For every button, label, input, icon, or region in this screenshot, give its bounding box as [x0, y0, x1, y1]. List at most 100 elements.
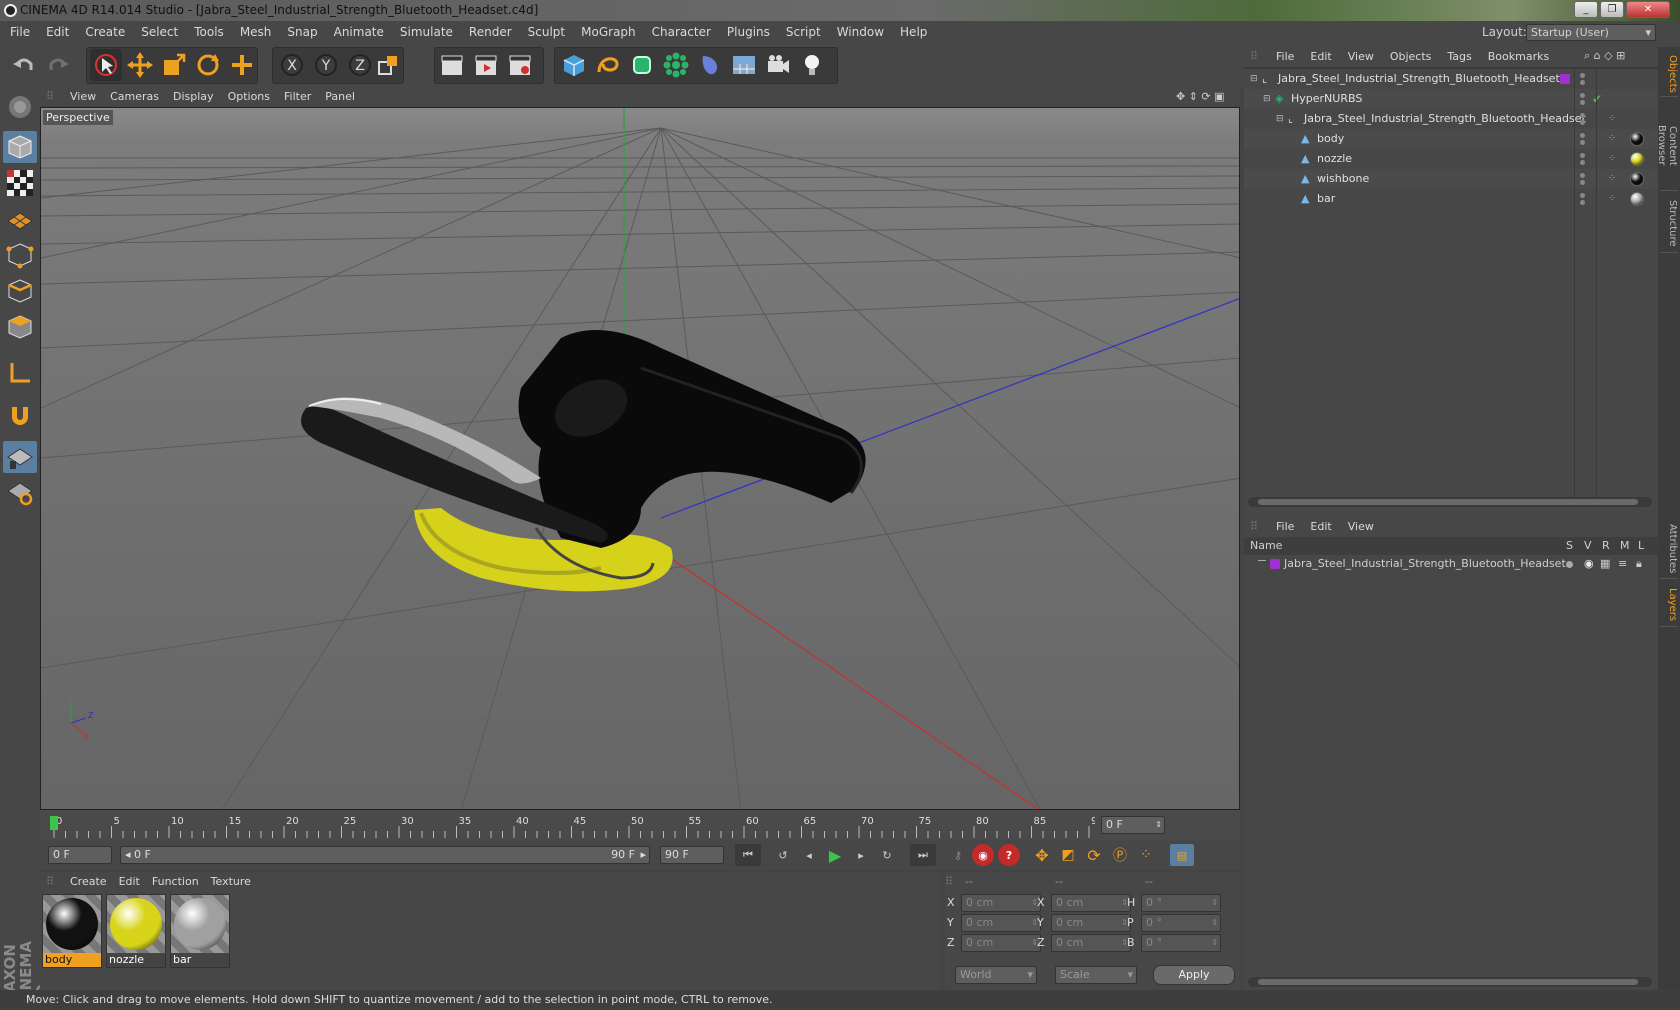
menu-edit[interactable]: Edit: [38, 21, 77, 44]
menu-tools[interactable]: Tools: [186, 21, 232, 44]
key-scale-button[interactable]: ◩: [1056, 844, 1080, 866]
expand-toggle-icon[interactable]: ⊟: [1250, 69, 1258, 89]
redo-button[interactable]: [42, 49, 74, 81]
layer-flag-v[interactable]: V: [1584, 537, 1592, 555]
coord-value-field[interactable]: 0 cm ⇕: [1051, 914, 1131, 932]
viewport-menu-view[interactable]: View: [62, 87, 102, 107]
render-visibility-dot[interactable]: [1580, 80, 1585, 85]
layer-menu-view[interactable]: View: [1340, 520, 1382, 533]
key-rotation-button[interactable]: ⟳: [1082, 844, 1106, 866]
menu-plugins[interactable]: Plugins: [719, 21, 778, 44]
y-axis-button[interactable]: Y: [310, 49, 342, 81]
timeline-ruler[interactable]: 051015202530354045505560657075808590 0 F…: [40, 810, 1240, 840]
layer-lock-icon[interactable]: 🔒︎: [1636, 555, 1642, 573]
maximize-button[interactable]: ❐: [1600, 1, 1624, 18]
editor-visibility-dot[interactable]: [1580, 173, 1585, 178]
editor-visibility-dot[interactable]: [1580, 133, 1585, 138]
add-array-button[interactable]: [660, 49, 692, 81]
layer-menu-file[interactable]: File: [1268, 520, 1302, 533]
layer-flag-r[interactable]: R: [1602, 537, 1610, 555]
live-selection-button[interactable]: [90, 49, 122, 81]
add-environment-button[interactable]: [728, 49, 760, 81]
material-menu-create[interactable]: Create: [64, 875, 113, 888]
object-menu-edit[interactable]: Edit: [1302, 50, 1339, 63]
add-nurbs-button[interactable]: [626, 49, 658, 81]
menu-file[interactable]: File: [2, 21, 38, 44]
previous-key-button[interactable]: ↺: [770, 844, 796, 866]
material-nozzle[interactable]: nozzle: [106, 894, 166, 968]
phong-tag-icon[interactable]: ⁘: [1608, 189, 1616, 209]
layer-flag-l[interactable]: L: [1638, 537, 1644, 555]
object-menu-file[interactable]: File: [1268, 50, 1302, 63]
go-to-start-button[interactable]: ⏮: [735, 844, 761, 866]
layer-menu-edit[interactable]: Edit: [1302, 520, 1339, 533]
editor-visibility-dot[interactable]: [1580, 93, 1585, 98]
render-visibility-dot[interactable]: [1580, 160, 1585, 165]
menu-script[interactable]: Script: [778, 21, 829, 44]
material-tag-icon[interactable]: [1630, 172, 1644, 186]
autokey-button[interactable]: ◉: [972, 844, 994, 866]
horizontal-scrollbar[interactable]: [1248, 497, 1652, 507]
key-pla-button[interactable]: ⁘: [1134, 844, 1158, 866]
material-tag-icon[interactable]: [1630, 152, 1644, 166]
coord-value-field[interactable]: 0 cm ⇕: [961, 894, 1041, 912]
create-tool-button[interactable]: [226, 49, 258, 81]
viewport-nav-icons[interactable]: ✥ ⇕ ⟳ ▣: [1176, 87, 1225, 107]
phong-tag-icon[interactable]: ⁘: [1608, 109, 1616, 129]
layer-manager-icon[interactable]: ≡: [1618, 555, 1627, 573]
material-bar[interactable]: bar: [170, 894, 230, 968]
render-settings-button[interactable]: [504, 49, 536, 81]
add-spline-button[interactable]: [592, 49, 624, 81]
tab-structure[interactable]: Structure: [1660, 195, 1678, 253]
texture-mode-button[interactable]: [3, 167, 37, 199]
tab-content-browser[interactable]: Content Browser: [1656, 101, 1678, 191]
material-menu-function[interactable]: Function: [146, 875, 205, 888]
render-visibility-dot[interactable]: [1580, 120, 1585, 125]
material-body[interactable]: body: [42, 894, 102, 968]
key-position-button[interactable]: ✥: [1030, 844, 1054, 866]
playhead-marker[interactable]: [50, 816, 58, 830]
move-tool-button[interactable]: [124, 49, 156, 81]
polygons-mode-button[interactable]: [3, 311, 37, 343]
key-parameter-button[interactable]: Ⓟ: [1108, 844, 1132, 866]
phong-tag-icon[interactable]: ⁘: [1608, 149, 1616, 169]
menu-character[interactable]: Character: [644, 21, 719, 44]
tab-layers[interactable]: Layers: [1660, 583, 1678, 627]
render-visibility-dot[interactable]: [1580, 180, 1585, 185]
expand-toggle-icon[interactable]: ⊟: [1263, 89, 1271, 109]
material-menu-texture[interactable]: Texture: [205, 875, 257, 888]
x-axis-button[interactable]: X: [276, 49, 308, 81]
coord-value-field[interactable]: 0 cm ⇕: [961, 914, 1041, 932]
layer-flag-s[interactable]: S: [1566, 537, 1573, 555]
layer-scrollbar[interactable]: [1248, 977, 1652, 987]
editor-visibility-dot[interactable]: [1580, 73, 1585, 78]
render-visibility-dot[interactable]: [1580, 140, 1585, 145]
object-menu-objects[interactable]: Objects: [1382, 50, 1440, 63]
menu-render[interactable]: Render: [461, 21, 520, 44]
start-frame-field[interactable]: 0 F: [48, 846, 112, 864]
layer-solo-toggle[interactable]: [1566, 561, 1573, 568]
object-menu-view[interactable]: View: [1340, 50, 1382, 63]
coord-value-field[interactable]: 0 ° ⇕: [1141, 894, 1221, 912]
perspective-viewport[interactable]: Perspective YZX: [40, 107, 1240, 810]
material-tag-icon[interactable]: [1630, 132, 1644, 146]
close-button[interactable]: ✕: [1626, 1, 1670, 18]
end-frame-field[interactable]: 90 F: [660, 846, 724, 864]
layout-dropdown[interactable]: Startup (User) ▾: [1526, 24, 1656, 41]
material-tag-icon[interactable]: [1630, 192, 1644, 206]
render-picture-viewer-button[interactable]: [470, 49, 502, 81]
menu-sculpt[interactable]: Sculpt: [520, 21, 573, 44]
workplane-mode-button[interactable]: [3, 203, 37, 235]
coord-value-field[interactable]: 0 cm ⇕: [961, 934, 1041, 952]
menu-snap[interactable]: Snap: [279, 21, 325, 44]
current-frame-field[interactable]: 0 F ⇕: [1101, 816, 1165, 834]
viewport-menu-cameras[interactable]: Cameras: [102, 87, 165, 107]
viewport-menu-filter[interactable]: Filter: [276, 87, 317, 107]
next-key-button[interactable]: ↻: [874, 844, 900, 866]
menu-window[interactable]: Window: [829, 21, 892, 44]
menu-create[interactable]: Create: [77, 21, 133, 44]
coordinate-system-button[interactable]: [372, 49, 404, 81]
menu-help[interactable]: Help: [892, 21, 935, 44]
rotate-tool-button[interactable]: [192, 49, 224, 81]
coord-value-field[interactable]: 0 ° ⇕: [1141, 934, 1221, 952]
